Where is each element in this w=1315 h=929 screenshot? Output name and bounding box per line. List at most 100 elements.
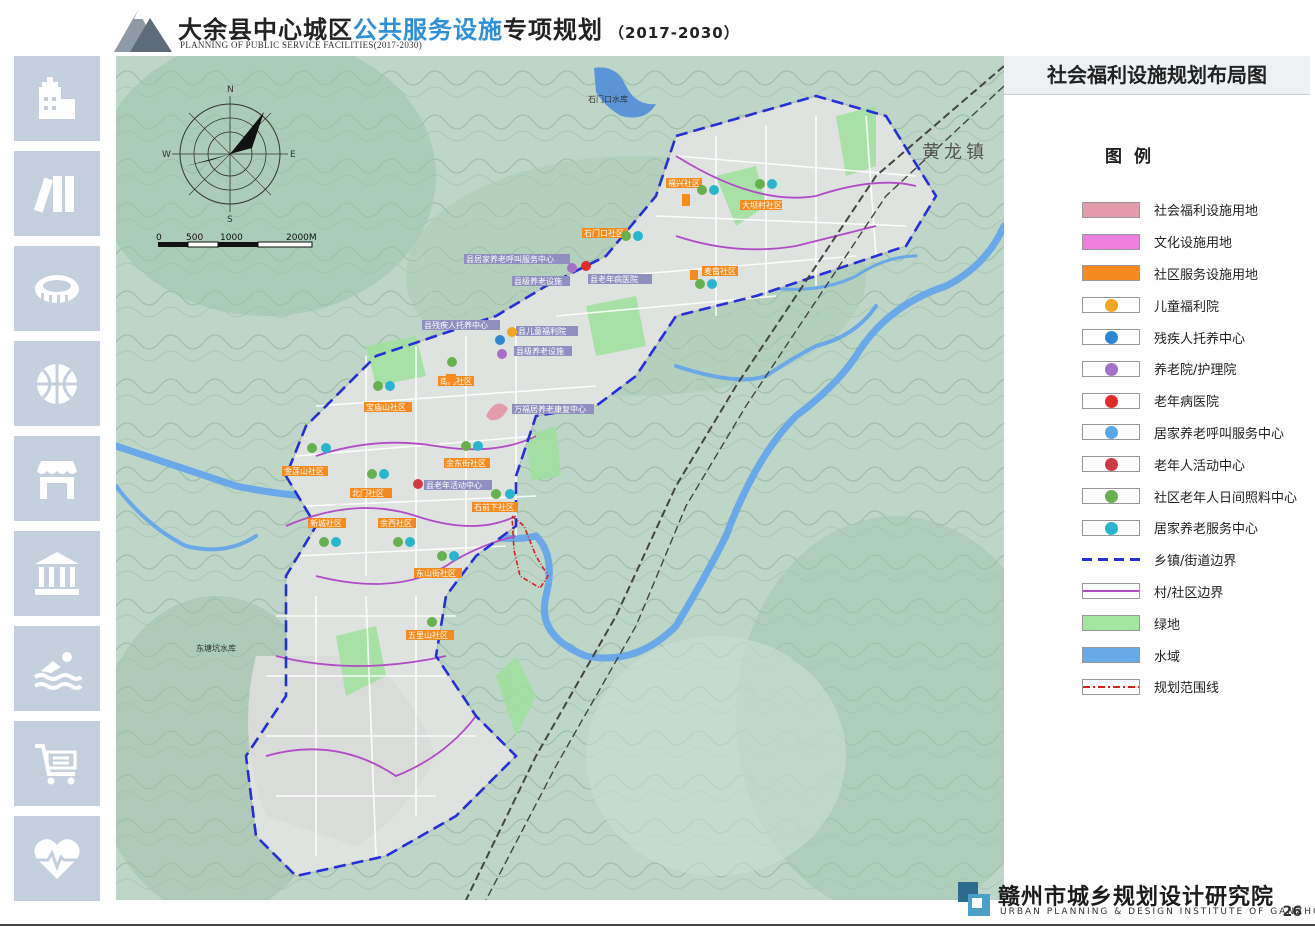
svg-text:新城社区: 新城社区 <box>310 518 342 528</box>
legend-label: 居家养老呼叫服务中心 <box>1154 426 1285 442</box>
museum-icon <box>35 551 79 595</box>
legend-swatch <box>1082 424 1140 441</box>
legend-symbol-icon <box>1105 426 1118 440</box>
compass-s: S <box>227 215 233 225</box>
legend-swatch <box>1082 265 1140 282</box>
books-icon <box>33 175 74 213</box>
legend-swatch <box>1082 233 1140 250</box>
legend-label: 儿童福利院 <box>1154 299 1220 315</box>
place-label-dongtangkeng: 东塘坑水库 <box>196 643 236 653</box>
hospital-icon <box>39 76 75 119</box>
legend-item: 绿地 <box>1082 607 1297 639</box>
sidebar-item-recreation[interactable] <box>14 626 100 711</box>
svg-text:0: 0 <box>156 233 162 243</box>
organization-footer: 赣州市城乡规划设计研究院 URBAN PLANNING & DESIGN INS… <box>958 878 1315 924</box>
sidebar-item-commerce[interactable] <box>14 436 100 521</box>
svg-text:县级养老设施: 县级养老设施 <box>516 346 564 356</box>
legend-label: 社会福利设施用地 <box>1154 204 1259 220</box>
legend-item: 村/社区边界 <box>1082 576 1297 608</box>
legend-item: 儿童福利院 <box>1082 289 1297 321</box>
institute-name-en: URBAN PLANNING & DESIGN INSTITUTE OF GAN… <box>1000 907 1315 917</box>
stadium-icon <box>35 274 79 303</box>
legend-label: 水域 <box>1154 649 1181 665</box>
place-label-shimen-reservoir: 石门口水库 <box>588 94 628 104</box>
page-subtitle: PLANNING OF PUBLIC SERVICE FACILITIES(20… <box>180 40 423 50</box>
welfare-facility-map[interactable]: N S E W 0 500 1000 2000M 黄龙镇 石门口水库 东塘坑水库… <box>116 56 1004 900</box>
legend-swatch <box>1082 678 1140 695</box>
shop-icon <box>37 460 77 499</box>
legend-label: 文化设施用地 <box>1154 236 1233 252</box>
page-number: 26 <box>1282 904 1302 920</box>
legend-swatch <box>1082 201 1140 218</box>
svg-text:万福居养老康复中心: 万福居养老康复中心 <box>514 404 586 414</box>
svg-text:县老年活动中心: 县老年活动中心 <box>426 480 482 490</box>
sidebar-item-sports[interactable] <box>14 341 100 426</box>
legend-swatch <box>1082 392 1140 409</box>
svg-text:500: 500 <box>186 233 203 243</box>
svg-text:县居家养老呼叫服务中心: 县居家养老呼叫服务中心 <box>466 254 554 264</box>
svg-text:金莲山社区: 金莲山社区 <box>284 466 324 476</box>
svg-text:县儿童福利院: 县儿童福利院 <box>518 326 566 336</box>
sidebar-item-administration[interactable] <box>14 531 100 616</box>
basketball-icon <box>37 363 77 404</box>
legend-item: 老年人活动中心 <box>1082 448 1297 480</box>
svg-text:县级养老设施: 县级养老设施 <box>514 276 562 286</box>
map-canvas: N S E W 0 500 1000 2000M 黄龙镇 石门口水库 东塘坑水库… <box>116 56 1004 900</box>
legend-label: 老年病医院 <box>1154 395 1220 411</box>
legend-item: 养老院/护理院 <box>1082 353 1297 385</box>
legend-item: 乡镇/街道边界 <box>1082 544 1297 576</box>
sidebar-item-market[interactable] <box>14 721 100 806</box>
legend-label: 绿地 <box>1154 617 1181 633</box>
legend-item: 社会福利设施用地 <box>1082 194 1297 226</box>
svg-text:大坝村社区: 大坝村社区 <box>742 200 782 210</box>
legend-item: 残疾人托养中心 <box>1082 321 1297 353</box>
legend-item: 规划范围线 <box>1082 671 1297 703</box>
legend-symbol-icon <box>1105 490 1118 504</box>
legend-label: 社区服务设施用地 <box>1154 267 1259 283</box>
legend-label: 居家养老服务中心 <box>1154 522 1259 538</box>
compass-e: E <box>290 150 296 160</box>
svg-text:余西社区: 余西社区 <box>380 518 412 528</box>
legend-symbol-icon <box>1105 458 1118 472</box>
svg-text:麦畲社区: 麦畲社区 <box>704 266 736 276</box>
page-header: 大余县中心城区公共服务设施专项规划 （2017-2030） PLANNING OF… <box>0 0 1315 56</box>
svg-text:县残疾人托养中心: 县残疾人托养中心 <box>424 320 488 330</box>
legend-label: 村/社区边界 <box>1154 585 1224 601</box>
svg-text:石前下社区: 石前下社区 <box>474 502 514 512</box>
legend-symbol-icon <box>1105 331 1118 345</box>
sidebar-item-education[interactable] <box>14 151 100 236</box>
legend-swatch <box>1082 615 1140 632</box>
legend-swatch <box>1082 488 1140 505</box>
legend-swatch <box>1082 297 1140 314</box>
legend-panel: 社会福利设施规划布局图 图例 社会福利设施用地 文化设施用地 社区服务设施用地 儿童福… <box>1004 56 1310 900</box>
heart-pulse-icon <box>34 838 80 879</box>
legend-label: 社区老年人日间照料中心 <box>1154 490 1298 506</box>
legend-swatch <box>1082 360 1140 377</box>
legend-list: 社会福利设施用地 文化设施用地社区服务设施用地 儿童福利院残疾人托养中心养老院/护理… <box>1082 194 1297 703</box>
sidebar-item-medical[interactable] <box>14 56 100 141</box>
sidebar-item-culture[interactable] <box>14 246 100 331</box>
legend-swatch <box>1082 519 1140 536</box>
shopping-cart-icon <box>35 743 77 784</box>
map-title: 社会福利设施规划布局图 <box>1004 56 1310 95</box>
svg-text:福兴社区: 福兴社区 <box>668 178 700 188</box>
institute-logo-icon <box>958 882 990 916</box>
legend-item: 居家养老呼叫服务中心 <box>1082 417 1297 449</box>
legend-swatch <box>1082 456 1140 473</box>
legend-symbol-icon <box>1105 394 1118 408</box>
legend-swatch <box>1082 647 1140 664</box>
legend-label: 养老院/护理院 <box>1154 363 1237 379</box>
legend-swatch <box>1082 329 1140 346</box>
legend-item: 水域 <box>1082 639 1297 671</box>
compass-w: W <box>162 150 171 160</box>
svg-text:余东街社区: 余东街社区 <box>446 458 486 468</box>
place-label-huanglong: 黄龙镇 <box>922 142 988 162</box>
sidebar-item-welfare[interactable] <box>14 816 100 901</box>
bottom-divider <box>0 924 1315 926</box>
compass-n: N <box>227 85 234 95</box>
legend-item: 老年病医院 <box>1082 385 1297 417</box>
category-sidebar <box>14 56 100 911</box>
svg-text:2000M: 2000M <box>286 233 317 243</box>
legend-item: 社区老年人日间照料中心 <box>1082 480 1297 512</box>
legend-symbol-icon <box>1105 521 1118 535</box>
